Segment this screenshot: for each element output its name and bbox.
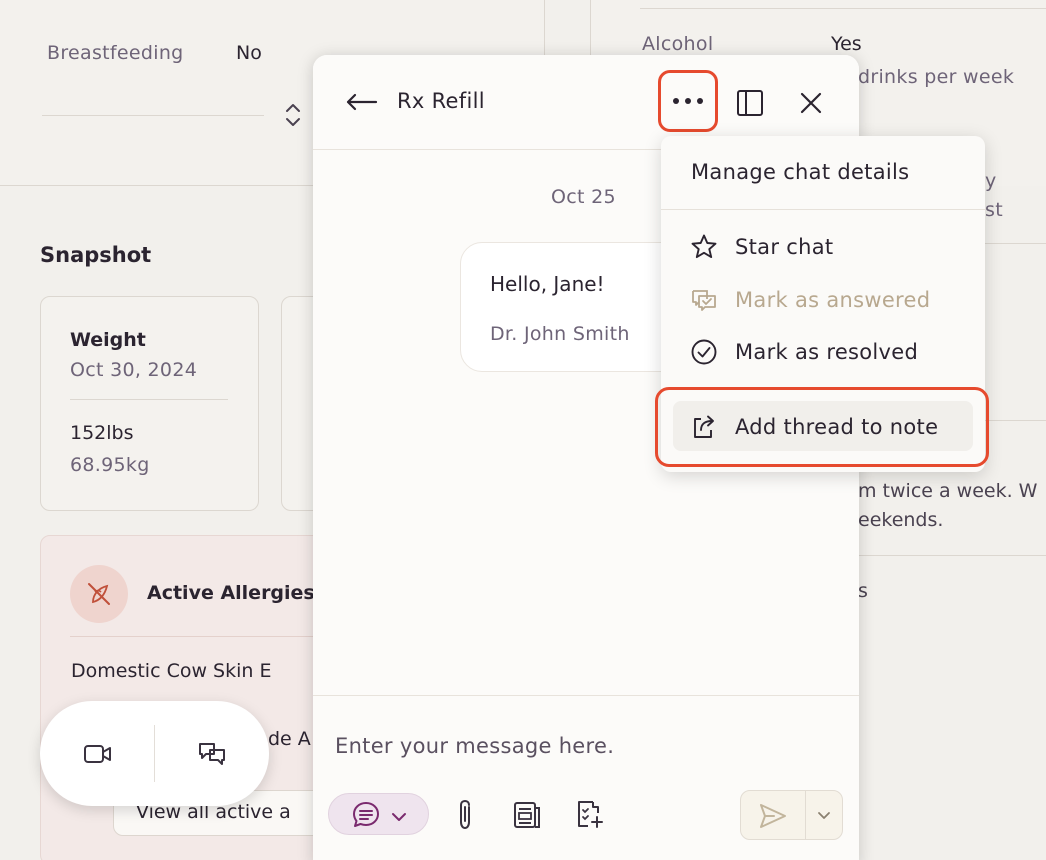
chat-title: Rx Refill (397, 89, 485, 113)
send-button-group (740, 790, 843, 840)
chat-template-icon (351, 800, 381, 834)
alcohol-value: Yes (831, 33, 862, 55)
star-icon (689, 232, 719, 262)
partial-text: st (985, 199, 1003, 221)
divider (985, 243, 1046, 244)
paperclip-icon[interactable] (450, 796, 480, 834)
message-input[interactable]: Enter your message here. (335, 734, 614, 758)
video-call-icon[interactable] (78, 735, 118, 773)
side-panel-icon[interactable] (732, 85, 768, 121)
weight-label: Weight (70, 329, 146, 351)
message-text: Hello, Jane! (490, 272, 605, 296)
circle-check-icon (689, 337, 719, 367)
compose-area: Enter your message here. (313, 695, 859, 860)
menu-item-mark-as-answered[interactable]: Mark as answered (661, 274, 985, 326)
breastfeeding-value: No (236, 42, 262, 64)
chat-check-icon (689, 285, 719, 315)
select-chevron-icon[interactable] (283, 100, 303, 134)
call-controls (40, 701, 269, 806)
annotation-highlight (655, 387, 989, 467)
menu-item-mark-as-resolved[interactable]: Mark as resolved (661, 326, 985, 378)
back-arrow-icon[interactable] (341, 85, 381, 119)
add-task-icon[interactable] (571, 796, 607, 832)
menu-item-manage-chat-details[interactable]: Manage chat details (661, 146, 985, 198)
breastfeeding-label: Breastfeeding (47, 42, 184, 64)
date-divider: Oct 25 (551, 186, 616, 208)
allergy-icon (70, 565, 128, 623)
snapshot-title: Snapshot (40, 243, 152, 267)
partial-text: eekends. (858, 509, 944, 531)
chat-bubbles-icon[interactable] (192, 734, 232, 774)
partial-text: s (858, 580, 868, 602)
divider (858, 555, 1046, 556)
weight-lbs: 152lbs (70, 422, 134, 444)
send-icon[interactable] (755, 800, 791, 832)
menu-item-star-chat[interactable]: Star chat (661, 221, 985, 273)
menu-item-label: Mark as answered (735, 288, 931, 312)
alcohol-label: Alcohol (642, 33, 714, 55)
allergy-item: de A (268, 728, 311, 750)
partial-text: y (985, 170, 997, 192)
notes-icon[interactable] (510, 798, 544, 832)
template-picker-button[interactable] (328, 793, 429, 835)
menu-item-label: Mark as resolved (735, 340, 919, 364)
send-options-chevron-icon[interactable] (811, 806, 837, 826)
more-dots-icon (673, 98, 703, 104)
message-author: Dr. John Smith (490, 323, 630, 345)
allergies-title: Active Allergies (147, 582, 315, 604)
alcohol-detail: drinks per week (858, 66, 1015, 88)
allergy-item: Domestic Cow Skin E (71, 660, 272, 682)
menu-divider (661, 209, 985, 210)
weight-kg: 68.95kg (70, 454, 150, 476)
divider (985, 420, 1046, 421)
more-options-button[interactable] (658, 70, 718, 132)
select-underline (42, 115, 264, 116)
menu-item-label: Star chat (735, 235, 834, 259)
weight-card[interactable]: Weight Oct 30, 2024 152lbs 68.95kg (40, 296, 259, 511)
partial-text: m twice a week. W (858, 480, 1038, 502)
divider (70, 636, 340, 637)
divider (805, 791, 806, 839)
weight-date: Oct 30, 2024 (70, 359, 198, 381)
divider (154, 725, 155, 782)
menu-item-label: Manage chat details (691, 160, 910, 184)
divider (640, 8, 1046, 9)
chat-options-menu: Manage chat details Star chat Mark as an… (655, 136, 989, 472)
divider (70, 399, 228, 400)
close-icon[interactable] (793, 85, 829, 121)
chevron-down-icon (391, 808, 407, 827)
